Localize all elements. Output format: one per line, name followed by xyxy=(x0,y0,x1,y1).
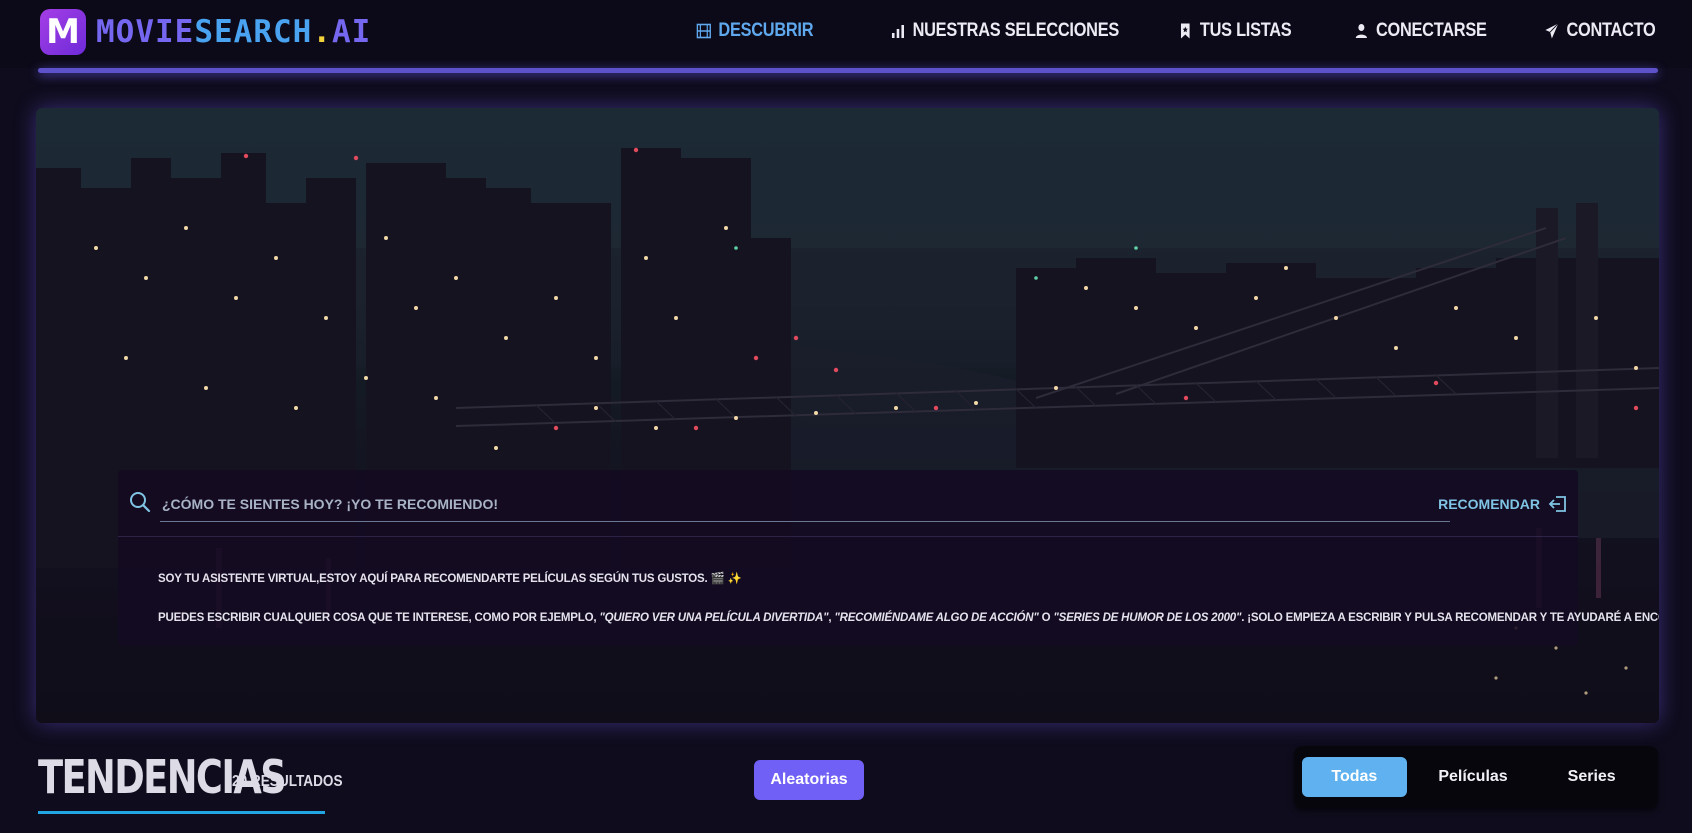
example-quote: "SERIES DE HUMOR DE LOS 2000" xyxy=(1053,612,1242,624)
main-nav: DESCUBRIR NUESTRAS SELECCIONES TUS LISTA… xyxy=(677,20,1656,42)
nav-item-tus-listas[interactable]: TUS LISTAS xyxy=(1178,20,1292,42)
film-icon xyxy=(696,23,712,39)
search-row: RECOMENDAR xyxy=(118,470,1578,537)
assistant-message-intro: SOY TU ASISTENTE VIRTUAL,ESTOY AQUÍ PARA… xyxy=(158,573,742,585)
example-quote: "QUIERO VER UNA PELÍCULA DIVERTIDA" xyxy=(599,612,829,624)
random-button[interactable]: Aleatorias xyxy=(754,760,864,800)
example-quote: "RECOMIÉNDAME ALGO DE ACCIÓN" xyxy=(834,612,1039,624)
nav-item-conectarse[interactable]: CONECTARSE xyxy=(1354,20,1487,42)
nav-item-nuestras-selecciones[interactable]: NUESTRAS SELECCIONES xyxy=(891,20,1120,42)
logo-part-search: SEARCH xyxy=(194,14,313,50)
recommend-label: RECOMENDAR xyxy=(1438,496,1540,512)
nav-label: DESCUBRIR xyxy=(718,20,814,41)
logo-dot: . xyxy=(312,14,332,50)
user-icon xyxy=(1355,24,1367,38)
search-input[interactable] xyxy=(160,486,1450,522)
nav-label: TUS LISTAS xyxy=(1200,20,1292,41)
assistant-panel: RECOMENDAR SOY TU ASISTENTE VIRTUAL,ESTO… xyxy=(118,470,1659,646)
logo-part-movie: MOVIE xyxy=(96,14,195,50)
assistant-message-examples: PUEDES ESCRIBIR CUALQUIER COSA QUE TE IN… xyxy=(158,610,1659,624)
search-icon xyxy=(130,492,151,513)
site-logo[interactable]: M MOVIESEARCH.AI xyxy=(40,9,371,55)
sign-in-arrow-icon xyxy=(1548,496,1566,512)
message-text: PUEDES ESCRIBIR CUALQUIER COSA QUE TE IN… xyxy=(158,612,600,624)
message-text: . ¡SOLO EMPIEZA A ESCRIBIR Y PULSA RECOM… xyxy=(1241,612,1659,624)
paper-plane-icon xyxy=(1545,23,1560,39)
content-type-filter: Todas Películas Series xyxy=(1294,746,1658,808)
results-count: 20 RESULTADOS xyxy=(232,773,343,790)
bookmark-icon xyxy=(1181,23,1191,39)
hero-banner: RECOMENDAR SOY TU ASISTENTE VIRTUAL,ESTO… xyxy=(36,108,1659,723)
message-text: O xyxy=(1038,612,1054,624)
logo-part-ai: AI xyxy=(331,14,372,50)
nav-label: CONTACTO xyxy=(1566,20,1656,41)
bar-chart-icon xyxy=(892,25,905,38)
nav-label: CONECTARSE xyxy=(1375,20,1487,41)
filter-peliculas[interactable]: Películas xyxy=(1421,757,1526,797)
nav-item-contacto[interactable]: CONTACTO xyxy=(1545,20,1656,42)
nav-label: NUESTRAS SELECCIONES xyxy=(913,20,1120,41)
logo-badge-icon: M xyxy=(40,9,86,55)
nav-item-descubrir[interactable]: DESCUBRIR xyxy=(696,20,814,42)
filter-series[interactable]: Series xyxy=(1539,757,1644,797)
header-divider xyxy=(38,68,1658,73)
trends-underline xyxy=(38,811,325,814)
filter-todas[interactable]: Todas xyxy=(1302,757,1407,797)
logo-text: MOVIESEARCH.AI xyxy=(96,14,371,50)
recommend-button[interactable]: RECOMENDAR xyxy=(1438,494,1568,514)
top-header: M MOVIESEARCH.AI DESCUBRIR NUESTRAS SELE… xyxy=(0,0,1692,68)
